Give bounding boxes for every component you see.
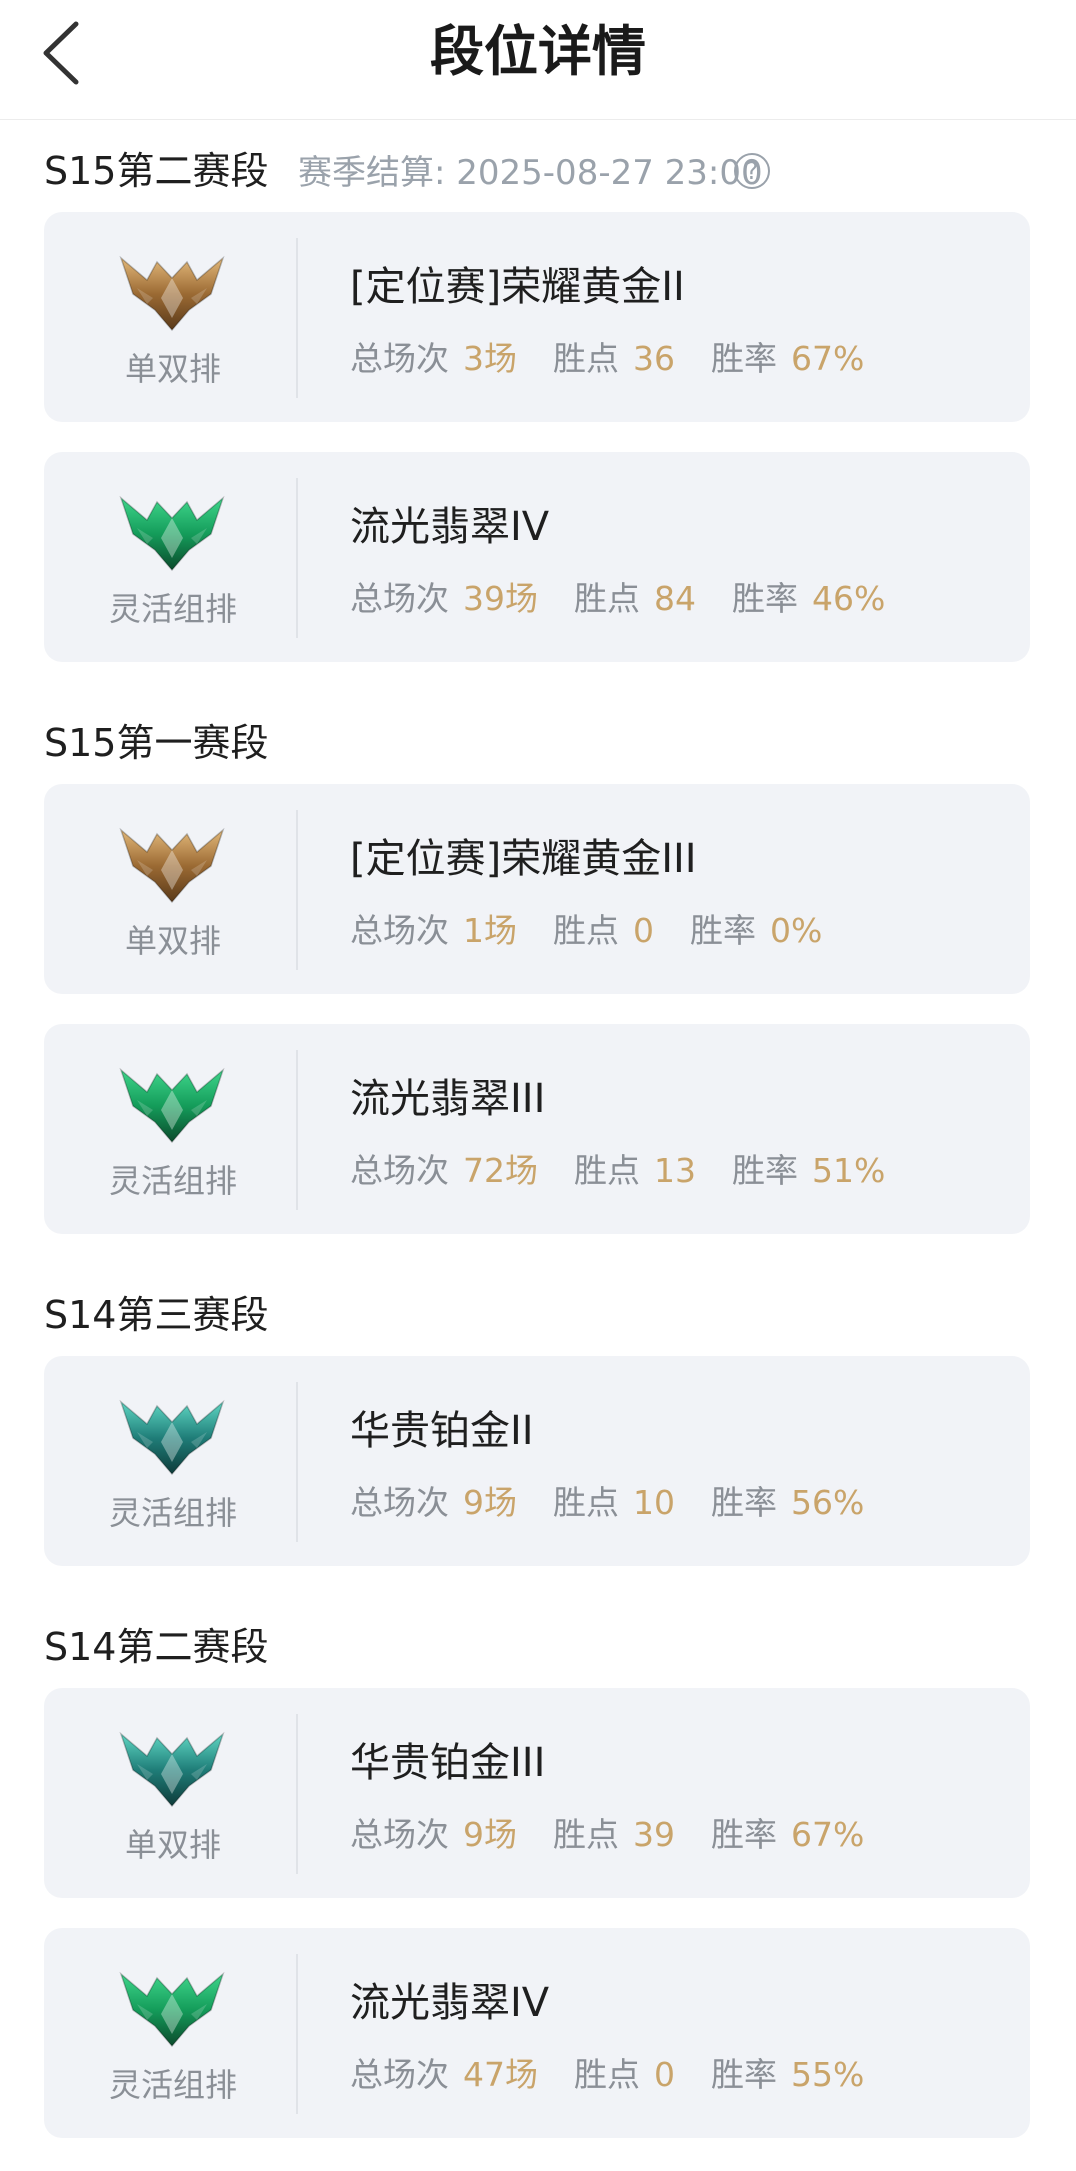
rank-card[interactable]: 单双排 [定位赛]荣耀黄金III 总场次 1场 胜点 0 胜率 0% [44,784,1030,994]
stats-row: 总场次 3场 胜点 36 胜率 67% [350,336,900,382]
winrate-label: 胜率 [711,339,777,378]
games-label: 总场次 [350,1815,449,1854]
points-label: 胜点 [553,1815,619,1854]
winrate-value: 67% [791,339,865,378]
stats-row: 总场次 9场 胜点 39 胜率 67% [350,1812,900,1858]
stats-row: 总场次 9场 胜点 10 胜率 56% [350,1480,900,1526]
divider [296,1050,298,1210]
points-value: 36 [633,339,675,378]
queue-type: 单双排 [124,350,221,388]
season-header: S15第一赛段 [0,692,1076,784]
winrate-value: 67% [791,1815,865,1854]
season-header: S14第三赛段 [0,1264,1076,1356]
platinum-emblem-icon [119,1399,225,1476]
divider [296,1382,298,1542]
winrate-label: 胜率 [732,579,798,618]
rank-title: 流光翡翠IV [350,504,550,550]
queue-type: 灵活组排 [108,1162,237,1200]
rank-card[interactable]: 灵活组排 流光翡翠IV 总场次 47场 胜点 0 胜率 55% [44,1928,1030,2138]
winrate-label: 胜率 [711,1815,777,1854]
season-header: S14第二赛段 [0,1596,1076,1688]
season-name: S14第二赛段 [44,1625,269,1669]
points-label: 胜点 [553,911,619,950]
winrate-label: 胜率 [732,1151,798,1190]
top-bar: 段位详情 [0,0,1076,120]
rank-card[interactable]: 灵活组排 华贵铂金II 总场次 9场 胜点 10 胜率 56% [44,1356,1030,1566]
games-label: 总场次 [350,579,449,618]
rank-card[interactable]: 单双排 华贵铂金III 总场次 9场 胜点 39 胜率 67% [44,1688,1030,1898]
games-label: 总场次 [350,1151,449,1190]
emerald-emblem-icon [119,495,225,572]
winrate-value: 51% [812,1151,886,1190]
rank-title: [定位赛]荣耀黄金II [350,264,685,310]
queue-type: 单双排 [124,922,221,960]
stats-row: 总场次 47场 胜点 0 胜率 55% [350,2052,900,2098]
points-value: 10 [633,1483,675,1522]
help-icon[interactable]: ? [734,153,770,189]
winrate-value: 55% [791,2055,865,2094]
rank-title: 华贵铂金II [350,1408,534,1454]
points-value: 0 [654,2055,675,2094]
winrate-label: 胜率 [690,911,756,950]
games-value: 9场 [463,1483,517,1522]
page-title: 段位详情 [430,20,646,83]
points-value: 13 [654,1151,696,1190]
games-value: 9场 [463,1815,517,1854]
games-label: 总场次 [350,339,449,378]
season-name: S15第二赛段 [44,149,269,193]
settlement-time: 赛季结算: 2025-08-27 23:00 [298,153,763,193]
winrate-value: 0% [770,911,823,950]
games-label: 总场次 [350,1483,449,1522]
games-value: 72场 [463,1151,538,1190]
rank-title: 华贵铂金III [350,1740,546,1786]
rank-title: 流光翡翠III [350,1076,546,1122]
points-value: 39 [633,1815,675,1854]
divider [296,810,298,970]
platinum-emblem-icon [119,1731,225,1808]
divider [296,478,298,638]
emerald-emblem-icon [119,1067,225,1144]
games-label: 总场次 [350,911,449,950]
points-label: 胜点 [574,2055,640,2094]
points-label: 胜点 [553,1483,619,1522]
games-label: 总场次 [350,2055,449,2094]
winrate-value: 56% [791,1483,865,1522]
season-list: S15第二赛段 赛季结算: 2025-08-27 23:00? 单双排 [定位赛]荣耀… [0,120,1076,2168]
points-label: 胜点 [553,339,619,378]
rank-card[interactable]: 灵活组排 流光翡翠IV 总场次 39场 胜点 84 胜率 46% [44,452,1030,662]
rank-card[interactable]: 灵活组排 流光翡翠III 总场次 72场 胜点 13 胜率 51% [44,1024,1030,1234]
season-header: S15第二赛段 赛季结算: 2025-08-27 23:00? [0,120,1076,212]
stats-row: 总场次 39场 胜点 84 胜率 46% [350,576,921,622]
points-value: 84 [654,579,696,618]
divider [296,238,298,398]
queue-type: 灵活组排 [108,590,237,628]
divider [296,1954,298,2114]
season-name: S15第一赛段 [44,721,269,765]
queue-type: 灵活组排 [108,2066,237,2104]
queue-type: 单双排 [124,1826,221,1864]
queue-type: 灵活组排 [108,1494,237,1532]
games-value: 39场 [463,579,538,618]
points-label: 胜点 [574,1151,640,1190]
winrate-label: 胜率 [711,2055,777,2094]
points-value: 0 [633,911,654,950]
winrate-label: 胜率 [711,1483,777,1522]
games-value: 47场 [463,2055,538,2094]
rank-card[interactable]: 单双排 [定位赛]荣耀黄金II 总场次 3场 胜点 36 胜率 67% [44,212,1030,422]
points-label: 胜点 [574,579,640,618]
stats-row: 总场次 1场 胜点 0 胜率 0% [350,908,858,954]
rank-title: 流光翡翠IV [350,1980,550,2026]
gold-emblem-icon [119,827,225,904]
emerald-emblem-icon [119,1971,225,2048]
season-name: S14第三赛段 [44,1293,269,1337]
stats-row: 总场次 72场 胜点 13 胜率 51% [350,1148,921,1194]
winrate-value: 46% [812,579,886,618]
gold-emblem-icon [119,255,225,332]
games-value: 1场 [463,911,517,950]
games-value: 3场 [463,339,517,378]
divider [296,1714,298,1874]
rank-title: [定位赛]荣耀黄金III [350,836,697,882]
